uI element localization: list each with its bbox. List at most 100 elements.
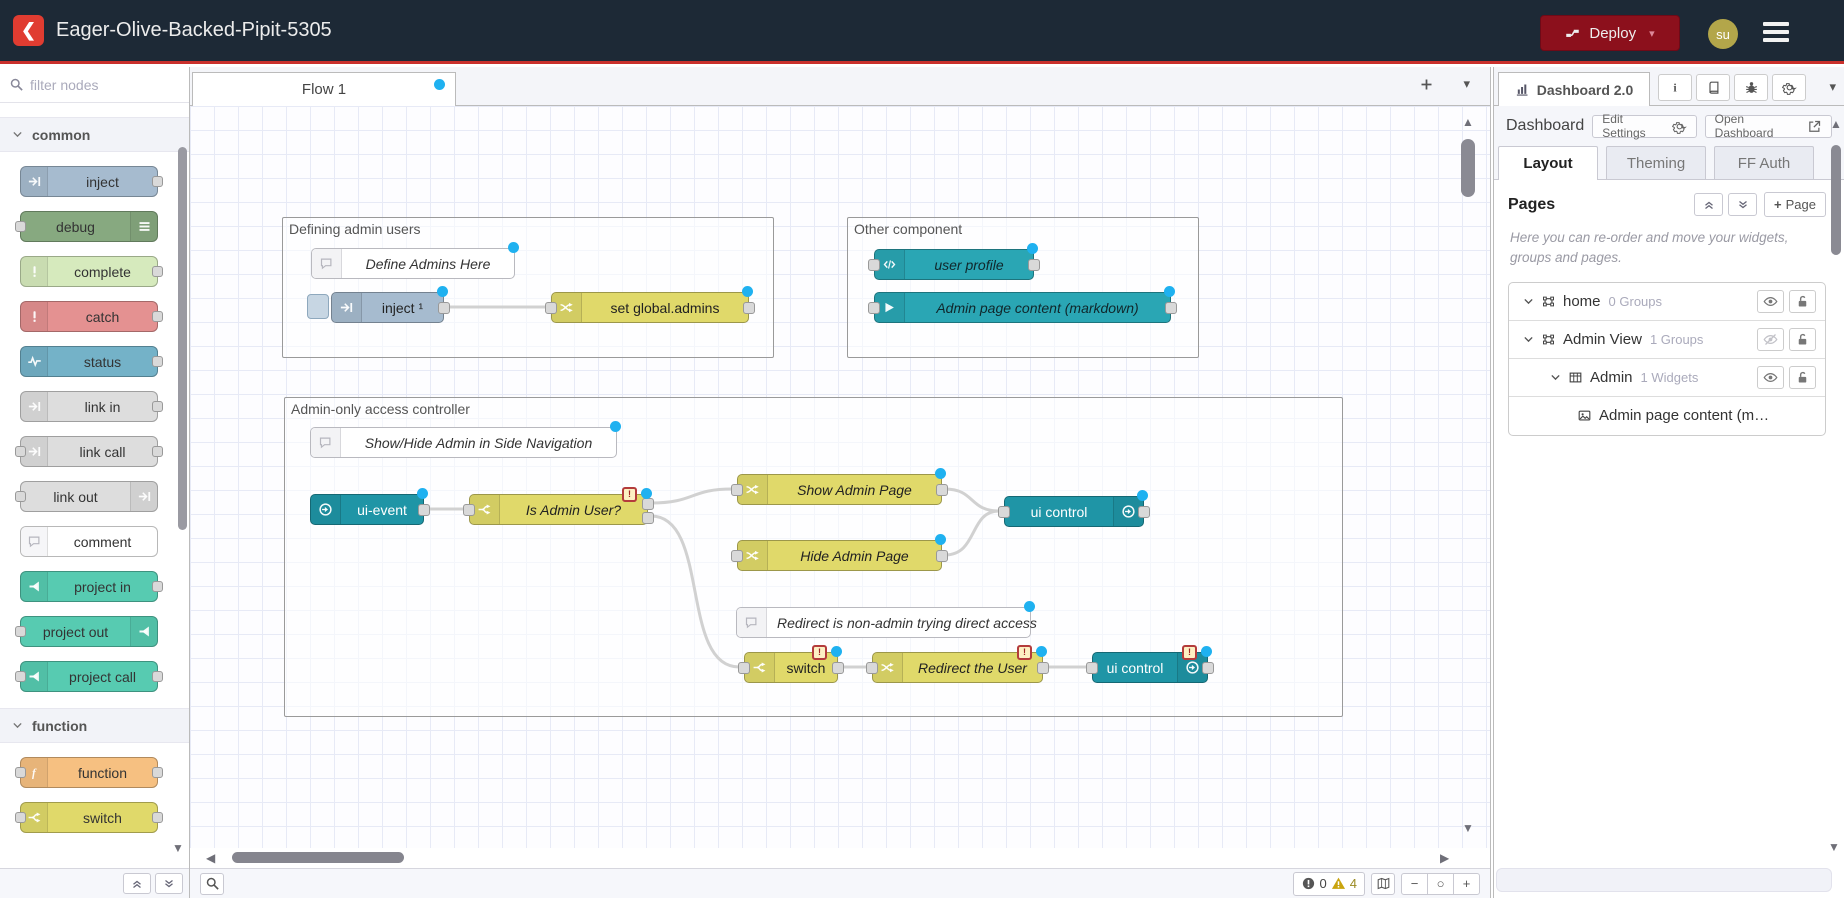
output-port[interactable] bbox=[152, 812, 163, 823]
output-port[interactable] bbox=[152, 671, 163, 682]
subtab-ff-auth[interactable]: FF Auth bbox=[1714, 146, 1814, 179]
palette-node-link-in[interactable]: link in bbox=[20, 391, 158, 422]
palette-category-common[interactable]: common bbox=[0, 117, 189, 152]
node-redirect-the-user[interactable]: Redirect the User! bbox=[872, 652, 1043, 683]
input-port[interactable] bbox=[868, 302, 880, 314]
info-tab-button[interactable]: i bbox=[1658, 74, 1692, 101]
palette-node-project-call[interactable]: project call bbox=[20, 661, 158, 692]
collapse-all-pages-button[interactable] bbox=[1694, 193, 1723, 216]
sidebar-scroll-up-icon[interactable]: ▲ bbox=[1830, 118, 1842, 130]
palette-category-function[interactable]: function bbox=[0, 708, 189, 743]
input-port[interactable] bbox=[868, 259, 880, 271]
lock-toggle-button[interactable] bbox=[1789, 290, 1816, 313]
help-tab-button[interactable] bbox=[1696, 74, 1730, 101]
output-port[interactable] bbox=[1138, 506, 1150, 518]
subtab-layout[interactable]: Layout bbox=[1498, 146, 1598, 180]
output-port[interactable] bbox=[152, 356, 163, 367]
tree-row-home[interactable]: home0 Groups bbox=[1509, 283, 1825, 321]
visibility-toggle-button[interactable] bbox=[1757, 290, 1784, 313]
canvas-vertical-scrollbar[interactable] bbox=[1461, 139, 1475, 197]
output-port[interactable] bbox=[1028, 259, 1040, 271]
deploy-button[interactable]: Deploy ▾ bbox=[1540, 15, 1680, 51]
zoom-reset-button[interactable]: ○ bbox=[1427, 873, 1454, 895]
node-show-admin-page[interactable]: Show Admin Page bbox=[737, 474, 942, 505]
palette-collapse-all-button[interactable] bbox=[123, 873, 151, 894]
palette-node-status[interactable]: status bbox=[20, 346, 158, 377]
node-hide-admin-page[interactable]: Hide Admin Page bbox=[737, 540, 942, 571]
input-port[interactable] bbox=[866, 662, 878, 674]
palette-node-link-out[interactable]: link out bbox=[20, 481, 158, 512]
palette-node-inject[interactable]: inject bbox=[20, 166, 158, 197]
input-port[interactable] bbox=[738, 662, 750, 674]
output-port[interactable] bbox=[152, 401, 163, 412]
canvas-scroll-right-icon[interactable]: ▶ bbox=[1440, 852, 1449, 864]
palette-scroll-down-icon[interactable]: ▼ bbox=[172, 841, 184, 855]
canvas-search-button[interactable] bbox=[200, 873, 224, 895]
palette-node-link-call[interactable]: link call bbox=[20, 436, 158, 467]
tree-row-admin[interactable]: Admin1 Widgets bbox=[1509, 359, 1825, 397]
palette-expand-all-button[interactable] bbox=[155, 873, 183, 894]
palette-node-debug[interactable]: debug bbox=[20, 211, 158, 242]
tab-dashboard-2[interactable]: Dashboard 2.0 bbox=[1498, 72, 1650, 106]
visibility-toggle-button[interactable] bbox=[1757, 328, 1784, 351]
main-menu-button[interactable] bbox=[1763, 22, 1789, 42]
open-dashboard-button[interactable]: Open Dashboard bbox=[1705, 115, 1832, 138]
output-port[interactable] bbox=[152, 767, 163, 778]
palette-scrollbar[interactable] bbox=[178, 147, 187, 530]
sidebar-scroll-down-icon[interactable]: ▼ bbox=[1828, 841, 1840, 853]
input-port[interactable] bbox=[15, 671, 26, 682]
navigator-button[interactable] bbox=[1371, 873, 1395, 895]
node-inject-[interactable]: inject ¹ bbox=[331, 292, 444, 323]
node-define-admins-here[interactable]: Define Admins Here bbox=[311, 248, 515, 279]
input-port[interactable] bbox=[15, 221, 26, 232]
output-port-2[interactable] bbox=[642, 512, 654, 524]
output-port[interactable] bbox=[1202, 662, 1214, 674]
palette-filter-input[interactable]: filter nodes bbox=[0, 67, 189, 103]
node-is-admin-user-[interactable]: Is Admin User?! bbox=[469, 494, 648, 525]
input-port[interactable] bbox=[731, 484, 743, 496]
tree-row-admin-view[interactable]: Admin View1 Groups bbox=[1509, 321, 1825, 359]
chevron-down-icon[interactable] bbox=[1550, 372, 1561, 383]
node-switch[interactable]: switch! bbox=[744, 652, 838, 683]
node-redirect-is-non-admin-trying-direct-access[interactable]: Redirect is non-admin trying direct acce… bbox=[736, 607, 1031, 638]
output-port-1[interactable] bbox=[642, 498, 654, 510]
node-show-hide-admin-in-side-navigation[interactable]: Show/Hide Admin in Side Navigation bbox=[310, 427, 617, 458]
node-ui-event[interactable]: ui-event bbox=[310, 494, 424, 525]
lock-toggle-button[interactable] bbox=[1789, 328, 1816, 351]
sidebar-tabs-caret-icon[interactable]: ▾ bbox=[1829, 79, 1836, 95]
debug-tab-button[interactable] bbox=[1734, 74, 1768, 101]
chevron-down-icon[interactable] bbox=[1523, 296, 1534, 307]
input-port[interactable] bbox=[463, 504, 475, 516]
node-ui-control[interactable]: ui control bbox=[1004, 496, 1144, 527]
input-port[interactable] bbox=[15, 626, 26, 637]
palette-node-catch[interactable]: catch bbox=[20, 301, 158, 332]
visibility-toggle-button[interactable] bbox=[1757, 366, 1784, 389]
node-admin-page-content-markdown-[interactable]: Admin page content (markdown) bbox=[874, 292, 1171, 323]
input-port[interactable] bbox=[545, 302, 557, 314]
output-port[interactable] bbox=[438, 302, 450, 314]
config-tab-button[interactable] bbox=[1772, 74, 1806, 101]
input-port[interactable] bbox=[731, 550, 743, 562]
zoom-out-button[interactable]: − bbox=[1401, 873, 1428, 895]
palette-node-switch[interactable]: switch bbox=[20, 802, 158, 833]
flow-canvas[interactable]: Defining admin usersOther componentAdmin… bbox=[190, 106, 1490, 848]
palette-node-function[interactable]: ffunction bbox=[20, 757, 158, 788]
group-defining-admin-users[interactable]: Defining admin users bbox=[282, 217, 774, 358]
output-port[interactable] bbox=[152, 446, 163, 457]
output-port[interactable] bbox=[152, 176, 163, 187]
input-port[interactable] bbox=[15, 446, 26, 457]
input-port[interactable] bbox=[998, 506, 1010, 518]
tab-flow-1[interactable]: Flow 1 bbox=[192, 72, 456, 106]
subtab-theming[interactable]: Theming bbox=[1606, 146, 1706, 179]
node-set-global-admins[interactable]: set global.admins bbox=[551, 292, 749, 323]
flow-list-caret-icon[interactable]: ▾ bbox=[1463, 76, 1470, 92]
zoom-in-button[interactable]: + bbox=[1453, 873, 1480, 895]
input-port[interactable] bbox=[15, 812, 26, 823]
lock-toggle-button[interactable] bbox=[1789, 366, 1816, 389]
canvas-scroll-up-icon[interactable]: ▲ bbox=[1462, 116, 1474, 128]
add-flow-button[interactable] bbox=[1419, 77, 1434, 92]
canvas-scroll-down-icon[interactable]: ▼ bbox=[1462, 822, 1474, 834]
palette-node-comment[interactable]: comment bbox=[20, 526, 158, 557]
node-ui-control[interactable]: ui control! bbox=[1092, 652, 1208, 683]
output-port[interactable] bbox=[152, 266, 163, 277]
